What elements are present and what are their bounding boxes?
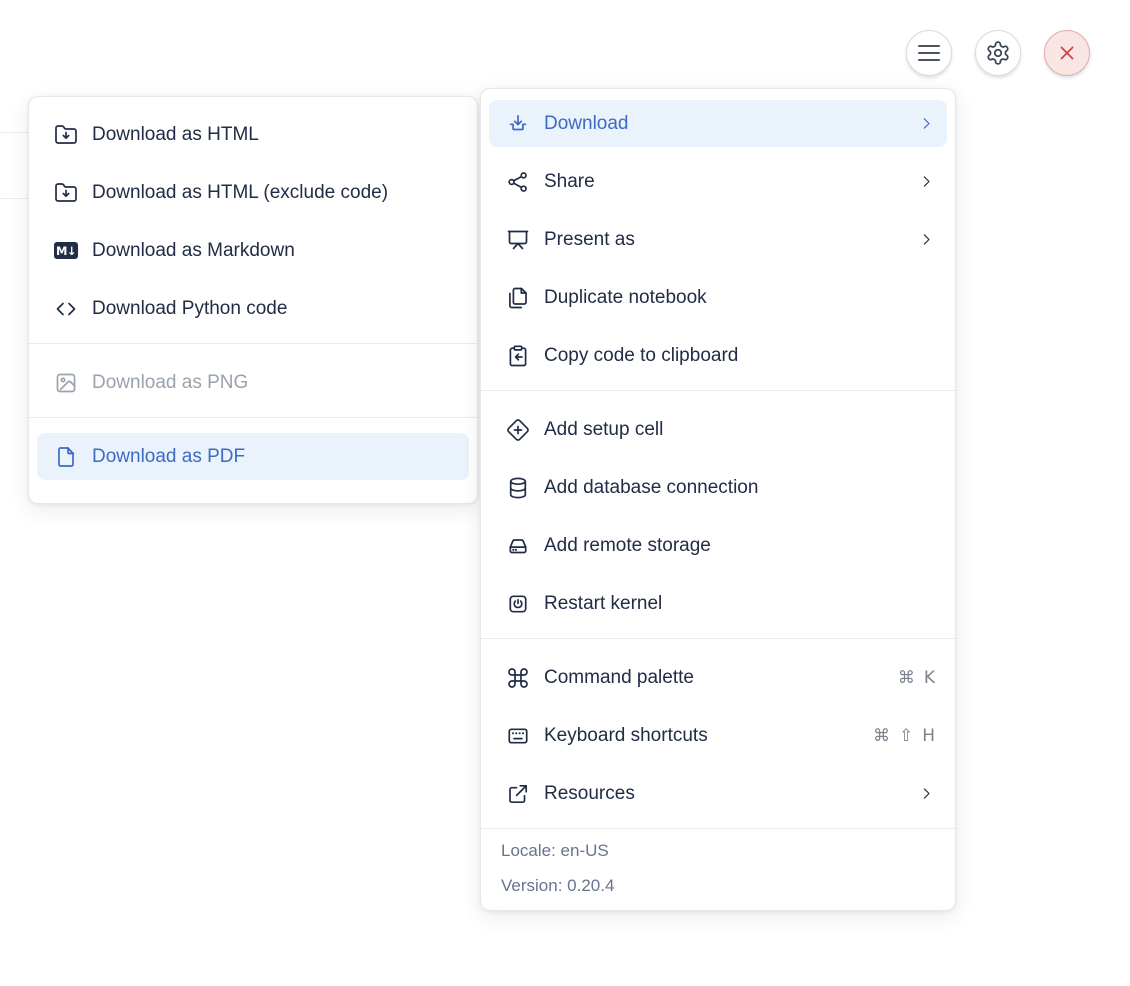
shortcut-hint: ⌘ K (898, 668, 935, 688)
command-icon (506, 666, 530, 690)
menu-item-add-remote-storage[interactable]: Add remote storage (489, 522, 947, 569)
menu-item-download-as-pdf[interactable]: Download as PDF (37, 433, 469, 480)
menu-item-label: Download Python code (92, 297, 288, 319)
menu-item-download-as-html[interactable]: Download as HTML (37, 111, 469, 158)
shortcut-hint: ⌘ ⇧ H (873, 726, 935, 746)
menu-item-label: Add remote storage (544, 534, 711, 556)
menu-separator (29, 417, 477, 418)
file-icon (54, 445, 78, 469)
menu-item-duplicate-notebook[interactable]: Duplicate notebook (489, 274, 947, 321)
menu-item-resources[interactable]: Resources (489, 770, 947, 817)
key-cmd: ⌘ (872, 725, 890, 746)
menu-item-add-setup-cell[interactable]: Add setup cell (489, 406, 947, 453)
menu-item-restart-kernel[interactable]: Restart kernel (489, 580, 947, 627)
notebook-page: Download as HTML Download as HTML (exclu… (0, 0, 1130, 986)
notebook-actions-menu: Download Share Present as Duplicate note… (480, 88, 956, 911)
image-icon (54, 371, 78, 395)
version-text: Version: 0.20.4 (501, 876, 615, 895)
keyboard-icon (506, 724, 530, 748)
menu-item-keyboard-shortcuts[interactable]: Keyboard shortcuts ⌘ ⇧ H (489, 712, 947, 759)
menu-item-label: Restart kernel (544, 592, 663, 614)
menu-separator (29, 343, 477, 344)
chevron-right-icon (918, 231, 935, 248)
floating-toolbar (906, 30, 1090, 76)
presentation-icon (506, 228, 530, 252)
menu-item-download-as-png: Download as PNG (37, 359, 469, 406)
diamond-plus-icon (506, 418, 530, 442)
settings-button[interactable] (975, 30, 1021, 76)
menu-item-label: Download as Markdown (92, 239, 295, 261)
key-cmd: ⌘ (897, 667, 915, 688)
menu-item-copy-code-to-clipboard[interactable]: Copy code to clipboard (489, 332, 947, 379)
close-button[interactable] (1044, 30, 1090, 76)
copy-pages-icon (506, 286, 530, 310)
menu-separator (481, 390, 955, 391)
menu-item-label: Add database connection (544, 476, 759, 498)
menu-item-label: Copy code to clipboard (544, 344, 739, 366)
folder-download-icon (54, 123, 78, 147)
markdown-icon: M↓ (54, 242, 78, 259)
share-icon (506, 170, 530, 194)
page-divider-line (0, 132, 29, 133)
menu-item-label: Download as HTML (exclude code) (92, 181, 389, 203)
chevron-right-icon (918, 785, 935, 802)
chevron-right-icon (918, 173, 935, 190)
chevron-right-icon (918, 115, 935, 132)
menu-item-download[interactable]: Download (489, 100, 947, 147)
gear-icon (985, 40, 1011, 66)
key-k: K (923, 667, 935, 688)
code-icon (54, 297, 78, 321)
menu-item-present-as[interactable]: Present as (489, 216, 947, 263)
close-icon (1055, 41, 1079, 65)
hamburger-icon (918, 44, 940, 62)
download-icon (506, 112, 530, 136)
menu-item-label: Keyboard shortcuts (544, 724, 708, 746)
folder-download-icon (54, 181, 78, 205)
external-link-icon (506, 782, 530, 806)
menu-item-label: Add setup cell (544, 418, 664, 440)
page-divider-line (0, 198, 29, 199)
menu-footer: Locale: en-US Version: 0.20.4 (481, 828, 955, 910)
menu-item-label: Duplicate notebook (544, 286, 707, 308)
key-shift: ⇧ (898, 725, 914, 746)
database-icon (506, 476, 530, 500)
menu-item-label: Share (544, 170, 595, 192)
menu-item-label: Download as PDF (92, 445, 246, 467)
menu-item-label: Resources (544, 782, 635, 804)
menu-item-label: Present as (544, 228, 635, 250)
menu-item-label: Download (544, 112, 629, 134)
power-square-icon (506, 592, 530, 616)
menu-item-command-palette[interactable]: Command palette ⌘ K (489, 654, 947, 701)
hard-drive-icon (506, 534, 530, 558)
menu-item-download-as-html-exclude-code[interactable]: Download as HTML (exclude code) (37, 169, 469, 216)
download-submenu: Download as HTML Download as HTML (exclu… (28, 96, 478, 504)
locale-text: Locale: en-US (501, 841, 609, 860)
menu-item-share[interactable]: Share (489, 158, 947, 205)
menu-item-label: Command palette (544, 666, 694, 688)
menu-item-download-as-markdown[interactable]: M↓ Download as Markdown (37, 227, 469, 274)
menu-separator (481, 638, 955, 639)
menu-item-add-database-connection[interactable]: Add database connection (489, 464, 947, 511)
menu-item-label: Download as HTML (92, 123, 259, 145)
menu-item-download-python-code[interactable]: Download Python code (37, 285, 469, 332)
clipboard-copy-icon (506, 344, 530, 368)
menu-item-label: Download as PNG (92, 371, 249, 393)
notebook-menu-button[interactable] (906, 30, 952, 76)
key-h: H (922, 725, 935, 746)
